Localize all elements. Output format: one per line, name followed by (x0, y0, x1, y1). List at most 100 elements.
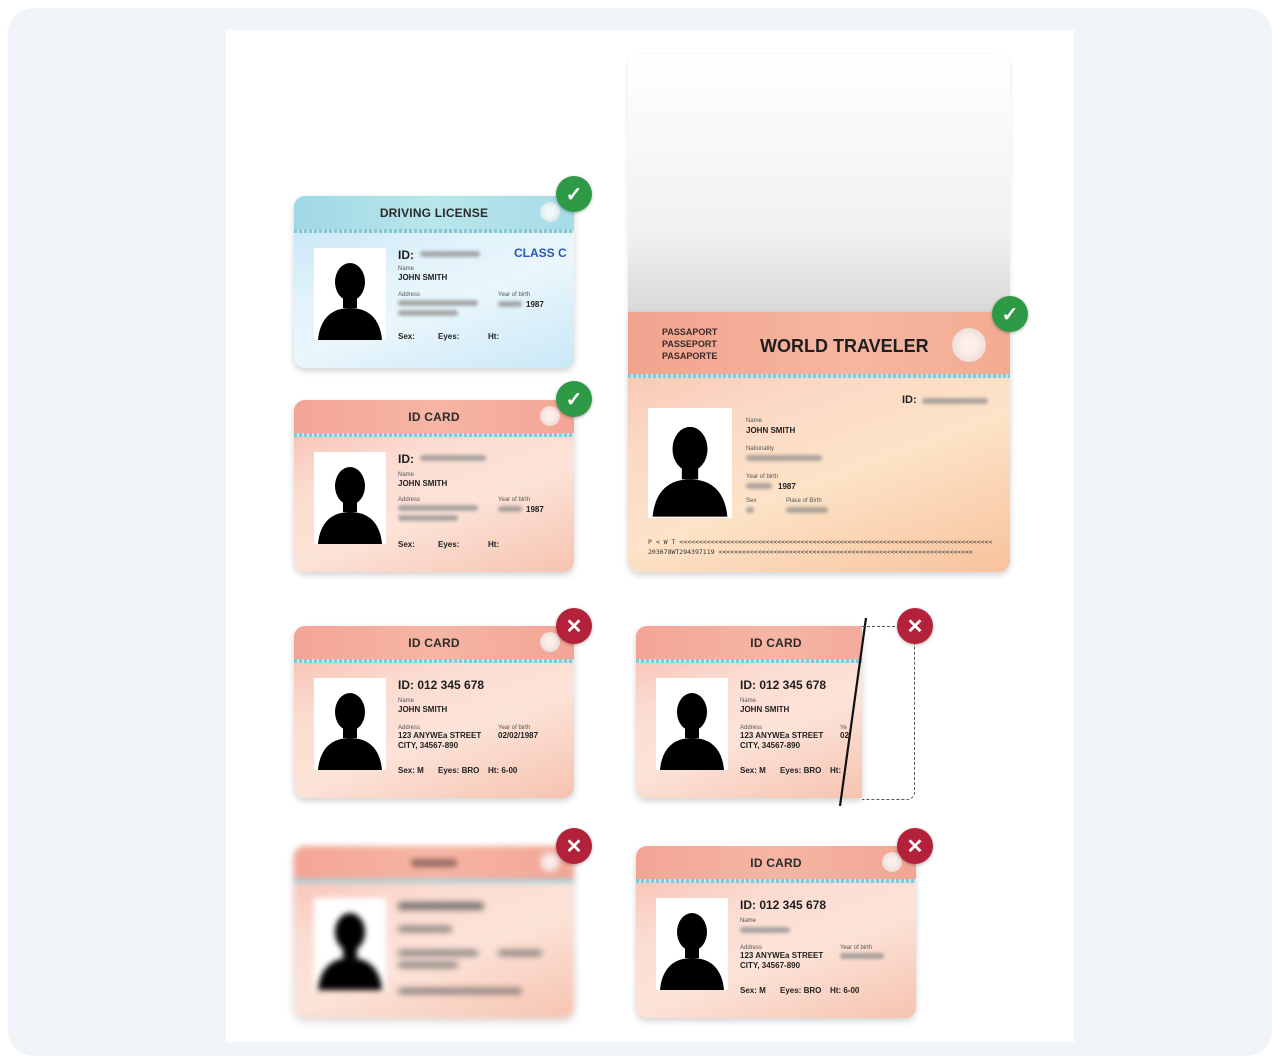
class-label: CLASS C (514, 246, 567, 260)
sex-value: Sex: M (740, 986, 766, 995)
passport-data-page: PASSAPORT PASSEPORT PASAPORTE WORLD TRAV… (628, 312, 1010, 572)
id-card-cropped: ID CARD ID: 012 345 678 Name JOHN SMITH … (636, 626, 862, 798)
blurred-address-1 (398, 505, 478, 511)
card-title: DRIVING LICENSE (294, 196, 574, 230)
address-line-2: CITY, 34567-890 (740, 741, 801, 750)
passport: PASSAPORT PASSEPORT PASAPORTE WORLD TRAV… (628, 54, 1010, 572)
name-label: Name (398, 472, 415, 478)
check-icon: ✓ (556, 176, 592, 212)
pob-label: Place of Birth (786, 498, 822, 504)
blurred-id (420, 455, 486, 461)
eyes-value: Eyes: BRO (780, 986, 822, 995)
driving-license-card: DRIVING LICENSE ID: CLASS C Name JOHN SM… (294, 196, 574, 368)
address-line-1: 123 ANYWEa STREET (740, 731, 824, 740)
address-line-2: CITY, 34567-890 (740, 961, 801, 970)
card-stripe (294, 229, 574, 233)
sex-label: Sex: (398, 332, 415, 341)
name-value: JOHN SMITH (398, 705, 448, 714)
id-value: ID: 012 345 678 (398, 678, 485, 692)
sex-value: Sex: M (398, 766, 424, 775)
height-label: Ht: (488, 332, 500, 341)
name-label: Name (746, 418, 763, 424)
yob-value: 1987 (526, 505, 544, 514)
card-stripe (294, 433, 574, 437)
eyes-value: Eyes: BRO (438, 766, 480, 775)
blurred-footer (398, 988, 522, 994)
id-card-valid: ID CARD ID: Name JOHN SMITH Address Year… (294, 400, 574, 572)
id-card-blurred (294, 846, 574, 1018)
height-value: Ht: 6-00 (488, 766, 518, 775)
address-label: Address (398, 292, 421, 298)
yob-label: Year of birth (498, 292, 531, 298)
blurred-dob (498, 506, 522, 512)
passport-upper-page (628, 54, 1010, 312)
eyes-label: Eyes: (438, 540, 460, 549)
yob-value: 1987 (778, 482, 796, 491)
id-label: ID: (902, 394, 917, 406)
id-value: ID: 012 345 678 (740, 898, 827, 912)
portrait-photo (314, 248, 386, 340)
name-value: JOHN SMITH (398, 479, 448, 488)
name-label: Name (740, 918, 757, 924)
blurred-name (398, 926, 452, 932)
check-icon: ✓ (556, 381, 592, 417)
blurred-nationality (746, 455, 822, 461)
sex-value: Sex: M (740, 766, 766, 775)
passport-words: PASSAPORT PASSEPORT PASAPORTE (662, 327, 718, 361)
portrait-photo (648, 408, 732, 518)
x-icon: ✕ (897, 828, 933, 864)
blurred-address-1 (398, 950, 478, 956)
id-value: ID: 012 345 678 (740, 678, 827, 692)
blurred-address-2 (398, 962, 458, 968)
height-value: Ht: 6-00 (830, 986, 860, 995)
portrait-photo (314, 898, 386, 990)
address-line-1: 123 ANYWEa STREET (740, 951, 824, 960)
name-label: Name (398, 698, 415, 704)
blurred-dob (498, 301, 522, 307)
name-value: JOHN SMITH (398, 273, 448, 282)
mrz-line-1: P < W T <<<<<<<<<<<<<<<<<<<<<<<<<<<<<<<<… (648, 538, 993, 546)
name-label: Name (740, 698, 757, 704)
passport-stripe (628, 374, 1010, 378)
nationality-label: Nationality (746, 446, 775, 452)
id-label: ID: (398, 452, 414, 466)
id-label: ID: (398, 248, 414, 262)
mrz-line-2: 203678WT294397119 <<<<<<<<<<<<<<<<<<<<<<… (648, 548, 973, 556)
address-line-1: 123 ANYWEa STREET (398, 731, 482, 740)
eyes-value: Eyes: BRO (780, 766, 822, 775)
id-card-glare: ID CARD ID: 012 345 678 Name JOHN SMITH … (294, 626, 574, 798)
check-icon: ✓ (992, 296, 1028, 332)
name-value: JOHN SMITH (740, 705, 790, 714)
seal-icon (952, 328, 986, 362)
name-value: JOHN SMITH (746, 426, 796, 435)
blurred-address-1 (398, 300, 478, 306)
yob-value: 02/02/1987 (498, 731, 539, 740)
yob-label: Year of birth (498, 497, 531, 503)
sex-label: Sex: (398, 540, 415, 549)
seal-icon (540, 202, 560, 222)
card-title: ID CARD (294, 626, 574, 660)
x-icon: ✕ (556, 608, 592, 644)
eyes-label: Eyes: (438, 332, 460, 341)
blurred-name (740, 927, 790, 933)
blurred-dob (498, 950, 542, 956)
address-line-2: CITY, 34567-890 (398, 741, 459, 750)
seal-icon (540, 406, 560, 426)
blurred-id (420, 251, 480, 257)
seal-icon (540, 852, 560, 872)
card-stripe (294, 879, 574, 883)
id-card-missing-info: ID CARD ID: 012 345 678 Name Address 123… (636, 846, 916, 1018)
passport-title: WORLD TRAVELER (760, 336, 929, 356)
seal-icon (540, 632, 560, 652)
portrait-photo (656, 678, 728, 770)
x-icon: ✕ (556, 828, 592, 864)
yob-label: Year of birth (746, 474, 779, 480)
blurred-address-2 (398, 310, 458, 316)
card-title: ID CARD (636, 846, 916, 880)
cropped-area-outline (862, 626, 915, 800)
portrait-photo (314, 452, 386, 544)
card-stripe (636, 879, 916, 883)
card-title: ID CARD (294, 400, 574, 434)
card-title-blurred (294, 846, 574, 880)
blurred-dob (746, 483, 772, 489)
